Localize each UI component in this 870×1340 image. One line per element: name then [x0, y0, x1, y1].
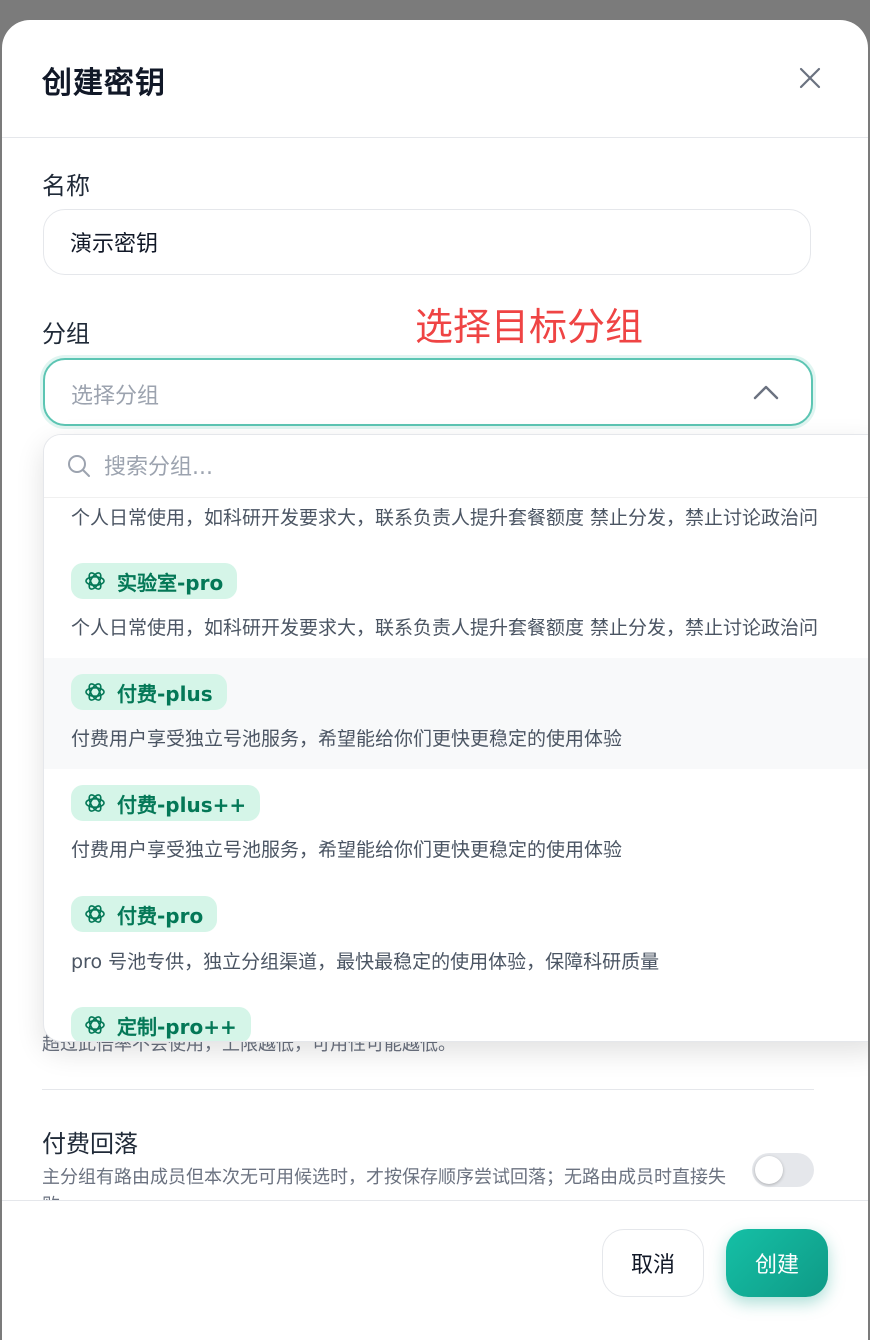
dropdown-search: [44, 435, 868, 498]
close-icon: [799, 67, 821, 89]
modal-footer: 取消 创建: [2, 1200, 868, 1340]
group-select[interactable]: 选择分组: [43, 358, 813, 426]
group-tag-label: 付费-pro: [117, 903, 204, 928]
group-option[interactable]: 付费-plus++ 付费用户享受独立号池服务，希望能给你们更快更稳定的使用体验: [44, 769, 868, 880]
modal-title: 创建密钥: [42, 66, 166, 101]
group-tag: 付费-pro: [71, 896, 218, 932]
group-tag-label: 实验室-pro: [117, 570, 224, 595]
chevron-up-icon: [753, 385, 779, 400]
openai-icon: [85, 1016, 105, 1034]
group-tag: 付费-plus++: [71, 785, 261, 821]
annotation-text: 选择目标分组: [415, 305, 644, 349]
group-tag: 定制-pro++: [71, 1007, 251, 1041]
modal-header: 创建密钥: [2, 20, 868, 138]
fallback-toggle[interactable]: [752, 1153, 814, 1187]
name-label: 名称: [42, 172, 90, 200]
group-dropdown: 个人日常使用，如科研开发要求大，联系负责人提升套餐额度 禁止分发，禁止讨论政治问…: [43, 434, 868, 1042]
group-label: 分组: [42, 320, 90, 348]
search-icon: [68, 455, 90, 477]
group-select-placeholder: 选择分组: [71, 384, 160, 409]
openai-icon: [85, 905, 105, 923]
group-tag: 付费-plus: [71, 674, 227, 710]
group-option-list: 个人日常使用，如科研开发要求大，联系负责人提升套餐额度 禁止分发，禁止讨论政治问…: [44, 497, 868, 1041]
create-button[interactable]: 创建: [726, 1229, 828, 1297]
group-tag-label: 定制-pro++: [117, 1014, 237, 1039]
divider: [42, 1089, 814, 1090]
group-option-desc: 付费用户享受独立号池服务，希望能给你们更快更稳定的使用体验: [71, 728, 623, 750]
group-option[interactable]: 付费-plus 付费用户享受独立号池服务，希望能给你们更快更稳定的使用体验: [44, 658, 868, 769]
group-option-desc: 个人日常使用，如科研开发要求大，联系负责人提升套餐额度 禁止分发，禁止讨论政治问: [71, 507, 819, 529]
group-tag-label: 付费-plus++: [117, 792, 247, 817]
fallback-title: 付费回落: [42, 1130, 138, 1158]
group-search-input[interactable]: [102, 447, 806, 487]
openai-icon: [85, 572, 105, 590]
group-option[interactable]: 实验室-pro 个人日常使用，如科研开发要求大，联系负责人提升套餐额度 禁止分发…: [44, 547, 868, 658]
toggle-knob: [755, 1156, 783, 1184]
group-option[interactable]: 个人日常使用，如科研开发要求大，联系负责人提升套餐额度 禁止分发，禁止讨论政治问: [44, 497, 868, 547]
group-option-desc: pro 号池专供，独立分组渠道，最快最稳定的使用体验，保障科研质量: [71, 951, 660, 973]
group-option[interactable]: 付费-pro pro 号池专供，独立分组渠道，最快最稳定的使用体验，保障科研质量: [44, 880, 868, 991]
group-tag-label: 付费-plus: [117, 681, 213, 706]
create-key-modal: 创建密钥 名称 分组 选择目标分组 选择分组 超过此倍率不会使用，上限越低，可用…: [2, 20, 868, 1340]
openai-icon: [85, 683, 105, 701]
name-input[interactable]: [43, 209, 811, 275]
close-button[interactable]: [792, 60, 828, 96]
cancel-button[interactable]: 取消: [602, 1229, 704, 1297]
group-tag: 实验室-pro: [71, 563, 238, 599]
group-option[interactable]: 定制-pro++: [44, 991, 868, 1041]
openai-icon: [85, 794, 105, 812]
group-option-desc: 个人日常使用，如科研开发要求大，联系负责人提升套餐额度 禁止分发，禁止讨论政治问: [71, 617, 819, 639]
group-option-desc: 付费用户享受独立号池服务，希望能给你们更快更稳定的使用体验: [71, 839, 623, 861]
